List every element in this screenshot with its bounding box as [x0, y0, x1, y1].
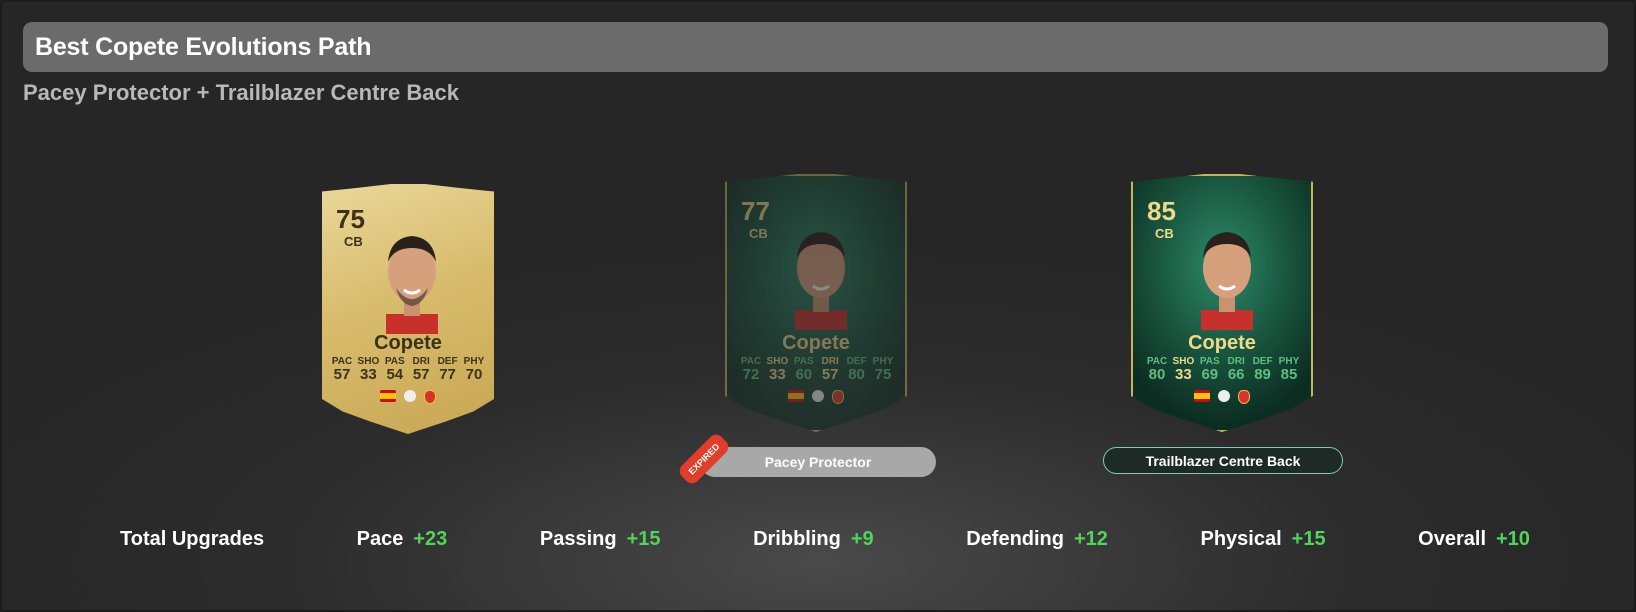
upgrade-label: Pace: [356, 528, 404, 550]
card-position: CB: [749, 226, 768, 241]
card-player-name: Copete: [374, 332, 442, 354]
upgrade-overall: Overall +10: [1418, 528, 1530, 551]
card-position: CB: [344, 234, 363, 249]
league-badge-icon: [404, 390, 416, 402]
card-stats: PAC 72 SHO 33 PAS 60 DRI 57 DEF 80 PHY 75: [739, 356, 895, 382]
spain-flag-icon: [380, 390, 396, 402]
stat-value-dri: 57: [412, 366, 430, 383]
league-badge-icon: [812, 390, 824, 402]
card-rating: 85: [1147, 196, 1176, 226]
stat-value-pas: 69: [1201, 366, 1219, 383]
upgrade-defending: Defending +12: [966, 528, 1108, 551]
upgrade-physical: Physical +15: [1201, 528, 1326, 551]
page-title: Best Copete Evolutions Path: [35, 32, 372, 61]
stat-value-pas: 60: [795, 366, 813, 383]
stat-value-def: 80: [848, 366, 865, 383]
stat-value-def: 89: [1254, 366, 1271, 383]
player-card-evolution-2[interactable]: 85 CB Copete PAC 80 SHO 33 PAS 69 DRI 66 DEF…: [1131, 174, 1313, 432]
stat-value-phy: 85: [1280, 366, 1298, 383]
card-player-name: Copete: [782, 332, 850, 354]
spain-flag-icon: [1194, 390, 1210, 402]
card-rating: 77: [741, 196, 770, 226]
title-bar: Best Copete Evolutions Path: [23, 22, 1608, 72]
total-upgrades-row: Total Upgrades Pace +23 Passing +15 Dribbl…: [120, 528, 1530, 551]
stat-value-pac: 80: [1148, 366, 1166, 383]
card-player-name: Copete: [1188, 332, 1256, 354]
upgrade-value: +10: [1496, 528, 1530, 550]
card-stats: PAC 80 SHO 33 PAS 69 DRI 66 DEF 89 PHY 85: [1145, 356, 1301, 382]
upgrade-value: +15: [1291, 528, 1326, 550]
upgrade-label: Dribbling: [753, 528, 841, 550]
upgrade-dribbling: Dribbling +9: [753, 528, 874, 551]
upgrade-label: Physical: [1200, 528, 1282, 550]
stat-value-pac: 57: [333, 366, 351, 383]
club-crest-icon: [832, 390, 844, 404]
evolution-pill-pacey-protector[interactable]: Pacey Protector: [700, 447, 936, 477]
stat-value-dri: 57: [821, 366, 839, 383]
upgrade-label: Overall: [1418, 528, 1486, 550]
player-card-base[interactable]: 75 CB Copete PAC 57 SHO 33 PAS 54 DRI 57 DEF…: [322, 184, 494, 434]
upgrade-passing: Passing +15: [540, 528, 661, 551]
stat-value-pac: 72: [742, 366, 760, 383]
player-portrait: [795, 232, 847, 330]
spain-flag-icon: [788, 390, 804, 402]
stat-value-dri: 66: [1227, 366, 1245, 383]
stat-value-def: 77: [439, 366, 456, 383]
upgrade-value: +12: [1074, 528, 1108, 550]
stat-value-sho: 33: [769, 366, 786, 383]
upgrade-pace: Pace +23: [357, 528, 448, 551]
card-rating: 75: [336, 204, 365, 234]
evolution-pill-trailblazer-centre-back[interactable]: Trailblazer Centre Back: [1103, 447, 1343, 474]
upgrade-label: Defending: [966, 528, 1064, 550]
stat-value-phy: 70: [465, 366, 483, 383]
card-badges: [1133, 390, 1311, 404]
player-portrait: [386, 236, 438, 334]
player-card-evolution-1[interactable]: 77 CB Copete PAC 72 SHO 33 PAS 60 DRI 57 DEF…: [725, 174, 907, 432]
stat-value-sho: 33: [1175, 366, 1192, 383]
card-stats: PAC 57 SHO 33 PAS 54 DRI 57 DEF 77 PHY 70: [330, 356, 486, 382]
upgrade-label: Passing: [539, 528, 617, 550]
upgrade-value: +15: [626, 528, 661, 550]
stat-value-pas: 54: [386, 366, 404, 383]
club-crest-icon: [1238, 390, 1250, 404]
card-position: CB: [1155, 226, 1174, 241]
stat-value-phy: 75: [874, 366, 892, 383]
total-upgrades-label: Total Upgrades: [120, 528, 265, 550]
player-portrait: [1201, 232, 1253, 330]
stat-value-sho: 33: [360, 366, 377, 383]
upgrade-value: +9: [850, 528, 874, 550]
club-crest-icon: [424, 390, 436, 404]
path-subtitle: Pacey Protector + Trailblazer Centre Bac…: [23, 80, 459, 105]
card-badges: [322, 390, 494, 404]
card-badges: [727, 390, 905, 404]
league-badge-icon: [1218, 390, 1230, 402]
upgrade-value: +23: [413, 528, 448, 550]
